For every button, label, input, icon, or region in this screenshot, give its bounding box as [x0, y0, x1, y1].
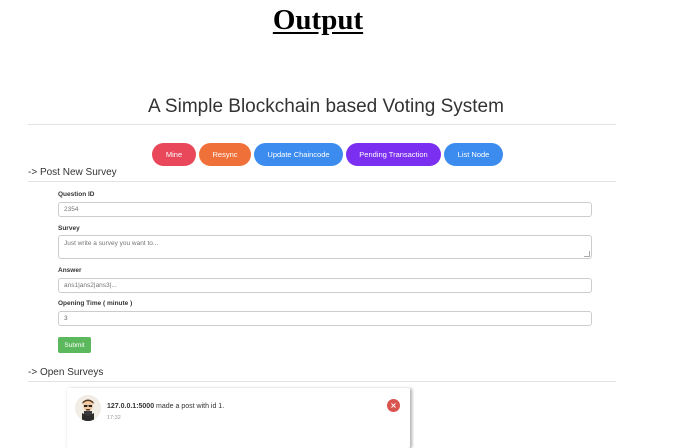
post-message-text: made a post with id 1. — [154, 403, 225, 410]
survey-textarea-wrap — [58, 235, 592, 259]
post-survey-form: Question ID Survey Answer Opening Time (… — [58, 0, 594, 444]
answer-input[interactable] — [58, 278, 592, 293]
opening-time-label: Opening Time ( minute ) — [58, 300, 133, 307]
opening-time-input[interactable] — [58, 311, 592, 326]
post-message: 127.0.0.1:5000 made a post with id 1. — [107, 403, 224, 410]
post-time: 17:32 — [107, 415, 121, 421]
post-author: 127.0.0.1:5000 — [107, 403, 155, 410]
user-avatar-icon — [75, 395, 101, 421]
submit-button[interactable]: Submit — [58, 337, 91, 353]
survey-label: Survey — [58, 225, 80, 232]
question-id-input[interactable] — [58, 202, 592, 217]
close-icon[interactable]: × — [387, 399, 400, 412]
open-surveys-section-title: -> Open Surveys — [28, 367, 104, 378]
survey-post-card[interactable]: 127.0.0.1:5000 made a post with id 1. 17… — [67, 388, 410, 448]
resize-handle-icon[interactable] — [584, 251, 590, 257]
open-surveys-divider — [28, 381, 616, 382]
question-id-label: Question ID — [58, 191, 95, 198]
survey-textarea[interactable] — [58, 235, 592, 259]
answer-label: Answer — [58, 267, 82, 274]
